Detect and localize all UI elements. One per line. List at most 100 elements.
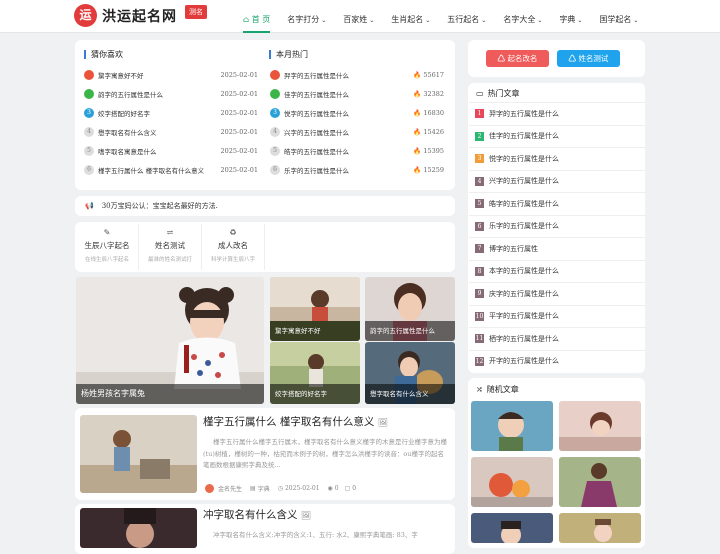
hot-article-item[interactable]: 1 羿字的五行属性是什么 — [469, 102, 645, 124]
hot-title: 本月热门 — [269, 50, 308, 59]
fire-icon: 🔥 — [413, 90, 422, 98]
image-icon: 🖼 — [300, 511, 311, 520]
gallery-tile-4[interactable]: 懋字取名有什么含义 — [365, 342, 455, 404]
article-thumbnail[interactable] — [80, 508, 197, 548]
guess-list-item[interactable]: 3 姣字搭配的好名字 2025-02-01 — [84, 104, 258, 122]
hot-article-title: 开字的五行属性是什么 — [489, 357, 559, 365]
baby-icon: ♺ — [568, 54, 577, 63]
random-thumb[interactable] — [471, 457, 553, 507]
eye-icon: ◉ — [327, 485, 333, 492]
quick-bazi-naming[interactable]: ✎ 生辰八字起名 在线生辰八字起名 — [76, 224, 139, 270]
hot-article-item[interactable]: 9 庆字的五行属性是什么 — [469, 282, 645, 304]
random-thumb[interactable] — [559, 513, 641, 543]
random-thumb[interactable] — [559, 401, 641, 451]
gallery-tile-1[interactable]: 黧字寓意好不好 — [270, 277, 360, 341]
hot-article-item[interactable]: 7 博字的五行属性 — [469, 237, 645, 259]
home-icon: ⌂ — [243, 15, 250, 24]
article-title[interactable]: 冲字取名有什么含义 🖼 — [203, 507, 311, 522]
fire-icon: 🔥 — [413, 166, 422, 174]
notice-bar: 📢 30万宝妈公认：宝宝起名最好的方法. — [75, 196, 455, 216]
recycle-icon: ♻ — [229, 228, 237, 237]
rank-badge: 6 — [84, 165, 94, 175]
hot-list-item[interactable]: 佳字的五行属性是什么 🔥 32382 — [270, 85, 444, 103]
hot-article-title: 皓字的五行属性是什么 — [489, 199, 559, 208]
random-thumb[interactable] — [559, 457, 641, 507]
article-thumbnail[interactable] — [80, 415, 197, 493]
rename-button[interactable]: ♺ 起名改名 — [486, 50, 549, 67]
guess-item-title: 嗜字取名寓意是什么 — [98, 148, 157, 156]
image-icon: 🖼 — [377, 418, 388, 427]
chevron-down-icon: ⌄ — [577, 17, 583, 24]
hot-article-item[interactable]: 3 悦字的五行属性是什么 — [469, 147, 645, 169]
nav-home[interactable]: ⌂ 首 页 — [243, 0, 271, 33]
nav-guoxue-naming[interactable]: 国学起名 ⌄ — [599, 0, 638, 33]
rank-badge: 6 — [270, 165, 280, 175]
name-test-button[interactable]: ♺ 姓名测试 — [557, 50, 620, 67]
hot-article-item[interactable]: 10 平字的五行属性是什么 — [469, 304, 645, 327]
hot-article-item[interactable]: 4 兴字的五行属性是什么 — [469, 169, 645, 192]
girl-lying-photo — [559, 401, 641, 451]
gallery-tile-2[interactable]: 韵字的五行属性是什么 — [365, 277, 455, 341]
folder-icon: ▤ — [250, 485, 256, 492]
random-thumb[interactable] — [471, 513, 553, 543]
nav-label: 国学起名 — [599, 15, 632, 24]
hot-list-item[interactable]: 3 悦字的五行属性是什么 🔥 16830 — [270, 104, 444, 122]
hot-article-item[interactable]: 2 佳字的五行属性是什么 — [469, 124, 645, 147]
hot-list-item[interactable]: 羿字的五行属性是什么 🔥 55617 — [270, 66, 444, 84]
guess-list-item[interactable]: 黧字寓意好不好 2025-02-01 — [84, 66, 258, 84]
hot-article-item[interactable]: 5 皓字的五行属性是什么 — [469, 192, 645, 214]
hot-article-title: 兴字的五行属性是什么 — [489, 177, 559, 185]
hot-list-item[interactable]: 4 兴字的五行属性是什么 🔥 15426 — [270, 123, 444, 141]
category-link[interactable]: 字典 — [258, 484, 270, 493]
guess-item-date: 2025-02-01 — [220, 147, 258, 155]
quick-adult-rename[interactable]: ♻ 成人改名 科学计算生辰八字 — [202, 224, 265, 270]
view-count: 55617 — [423, 71, 444, 79]
article-title[interactable]: 槿字五行属什么 槿字取名有什么意义 🖼 — [203, 414, 388, 429]
hot-article-title: 庆字的五行属性是什么 — [489, 289, 559, 298]
guess-list-item[interactable]: 6 槿字五行属什么 槿字取名有什么意义 2025-02-01 — [84, 161, 258, 179]
guess-item-date: 2025-02-01 — [220, 71, 258, 79]
nav-name-collection[interactable]: 名字大全 ⌄ — [503, 0, 542, 33]
hot-item-count: 🔥 15395 — [413, 147, 444, 155]
rank-badge — [84, 89, 94, 99]
hot-article-item[interactable]: 6 乐字的五行属性是什么 — [469, 214, 645, 237]
gallery-tile-3[interactable]: 姣字搭配的好名字 — [270, 342, 360, 404]
clock-icon: ◷ — [277, 485, 283, 492]
notice-text[interactable]: 30万宝妈公认：宝宝起名最好的方法. — [102, 201, 218, 211]
hot-list-item[interactable]: 6 乐字的五行属性是什么 🔥 15259 — [270, 161, 444, 179]
toddler-photo — [80, 415, 197, 493]
quick-title: 生辰八字起名 — [84, 241, 130, 250]
author-name[interactable]: 金名先生 — [218, 484, 242, 493]
nav-zodiac-naming[interactable]: 生肖起名 ⌄ — [391, 0, 430, 33]
guess-list-item[interactable]: 韵字的五行属性是什么 2025-02-01 — [84, 85, 258, 103]
gallery-main-image[interactable]: 杨姓男孩名字属兔 — [76, 277, 264, 404]
nav-surnames[interactable]: 百家姓 ⌄ — [343, 0, 374, 33]
rank-badge: 6 — [475, 221, 484, 231]
guess-list-item[interactable]: 5 嗜字取名寓意是什么 2025-02-01 — [84, 142, 258, 160]
quick-subtitle: 最准的姓名测试打 — [147, 257, 192, 263]
fire-icon: 🔥 — [413, 147, 422, 155]
nav-name-score[interactable]: 名字打分 ⌄ — [287, 0, 326, 33]
hot-article-item[interactable]: 12 开字的五行属性是什么 — [469, 349, 645, 372]
hot-list-item[interactable]: 5 皓字的五行属性是什么 🔥 15395 — [270, 142, 444, 160]
site-logo[interactable]: 运 洪运起名网 测名 — [74, 4, 207, 27]
rank-badge: 5 — [475, 199, 484, 208]
chevron-down-icon: ⌄ — [537, 17, 543, 24]
nav-dictionary[interactable]: 字典 ⌄ — [559, 0, 582, 33]
rank-badge: 3 — [475, 154, 484, 163]
guess-list-item[interactable]: 4 懋字取名有什么含义 2025-02-01 — [84, 123, 258, 141]
nav-label: 名字打分 — [287, 15, 320, 24]
random-thumb[interactable] — [471, 401, 553, 451]
hot-article-title: 栖字的五行属性是什么 — [489, 334, 559, 343]
hot-article-item[interactable]: 11 栖字的五行属性是什么 — [469, 327, 645, 349]
rank-badge: 7 — [475, 244, 484, 253]
hot-article-item[interactable]: 8 本字的五行属性是什么 — [469, 259, 645, 282]
view-count: 32382 — [423, 90, 444, 98]
gallery-tile-caption: 懋字取名有什么含义 — [365, 384, 455, 404]
nav-wuxing-naming[interactable]: 五行起名 ⌄ — [447, 0, 486, 33]
guess-title: 猜你喜欢 — [84, 50, 123, 59]
view-count: 0 — [334, 485, 339, 492]
comment-count: 0 — [352, 485, 357, 492]
quick-name-test[interactable]: ⇌ 姓名测试 最准的姓名测试打 — [139, 224, 202, 270]
article-date: 2025-02-01 — [284, 485, 320, 492]
